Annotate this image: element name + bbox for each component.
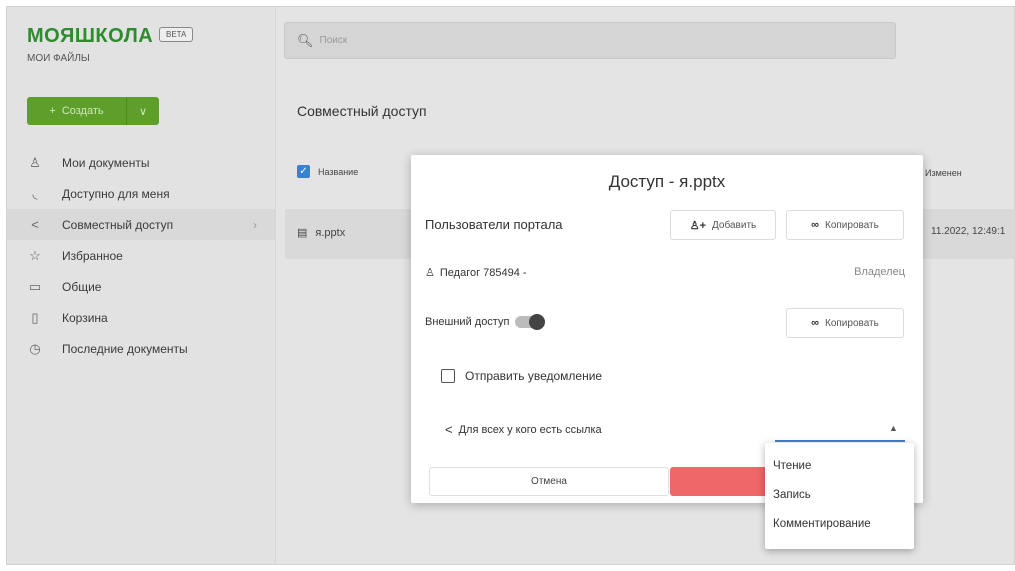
sidebar-item-label: Доступно для меня <box>62 186 170 201</box>
sidebar-item-shared-access[interactable]: < Совместный доступ › <box>7 209 275 240</box>
portal-users-label: Пользователи портала <box>425 217 563 232</box>
create-button-group: + Создать ∨ <box>27 97 159 125</box>
copy-label: Копировать <box>825 219 879 231</box>
owner-role: Владелец <box>854 266 905 278</box>
sidebar-item-favorites[interactable]: ☆ Избранное <box>7 240 275 271</box>
logo[interactable]: МОЯШКОЛА <box>27 25 153 48</box>
search-placeholder: Поиск <box>319 35 348 46</box>
sidebar-item-label: Мои документы <box>62 155 150 170</box>
sidebar-item-available-to-me[interactable]: ◟ Доступно для меня <box>7 178 275 209</box>
dialog-title: Доступ - я.pptx <box>608 172 726 191</box>
notify-checkbox-row[interactable]: Отправить уведомление <box>441 369 602 383</box>
sidebar-nav: ♙ Мои документы ◟ Доступно для меня < Со… <box>7 147 275 364</box>
sidebar-item-trash[interactable]: ▯ Корзина <box>7 302 275 333</box>
permission-menu: Чтение Запись Комментирование <box>765 443 914 549</box>
star-icon: ☆ <box>29 247 41 263</box>
owner-name: Педагог 785494 - <box>439 266 527 279</box>
sidebar-item-label: Общие <box>62 279 102 294</box>
search-icon: 🔍︎ <box>297 32 314 48</box>
add-label: Добавить <box>712 219 757 231</box>
select-all-checkbox[interactable]: ✓ <box>297 165 310 178</box>
add-user-button[interactable]: ♙+ Добавить <box>670 210 776 240</box>
file-date: 11.2022, 12:49:1 <box>931 226 1006 237</box>
copy-button[interactable]: ∞ Копировать <box>786 210 904 240</box>
search-input[interactable]: 🔍︎ Поиск <box>284 22 896 59</box>
create-button[interactable]: + Создать <box>27 97 127 125</box>
link-icon: ∞ <box>811 317 819 329</box>
chevron-down-icon: ∨ <box>138 105 148 118</box>
column-name-label: Название <box>318 166 359 177</box>
clock-icon: ◷ <box>29 340 41 356</box>
menu-item-read[interactable]: Чтение <box>765 451 914 480</box>
sidebar-item-recent[interactable]: ◷ Последние документы <box>7 333 275 364</box>
create-dropdown-button[interactable]: ∨ <box>127 97 159 125</box>
external-access-toggle[interactable] <box>515 314 546 330</box>
trash-icon: ▯ <box>31 309 39 325</box>
add-user-icon: ♙+ <box>689 219 707 232</box>
menu-item-comment[interactable]: Комментирование <box>765 509 914 538</box>
copy-label: Копировать <box>825 317 879 329</box>
link-access-label: Для всех у кого есть ссылка <box>458 423 602 436</box>
link-icon: ∞ <box>811 219 819 231</box>
sidebar-item-my-documents[interactable]: ♙ Мои документы <box>7 147 275 178</box>
owner-entry: ♙ Педагог 785494 - <box>425 266 527 280</box>
column-header-name[interactable]: ✓ Название <box>297 165 358 178</box>
sidebar: МОЯШКОЛА BETA МОИ ФАЙЛЫ + Создать ∨ ♙ Мо… <box>7 7 276 564</box>
sidebar-item-label: Избранное <box>62 248 123 263</box>
column-header-changed[interactable]: Изменен <box>925 168 962 178</box>
sidebar-item-label: Совместный доступ <box>62 217 174 232</box>
person-icon: ♙ <box>29 154 41 170</box>
create-label: Создать <box>61 105 104 117</box>
sidebar-item-label: Корзина <box>62 310 108 325</box>
share-icon: < <box>445 422 453 437</box>
page-title: Совместный доступ <box>297 103 427 119</box>
permission-select-underline[interactable] <box>775 440 905 442</box>
notify-label: Отправить уведомление <box>465 369 603 383</box>
toggle-knob <box>529 314 546 330</box>
sidebar-item-common[interactable]: ▭ Общие <box>7 271 275 302</box>
file-name: я.pptx <box>315 226 346 239</box>
chevron-right-icon: › <box>253 217 257 232</box>
person-icon: ♙ <box>425 267 435 279</box>
external-access-row: Внешний доступ <box>425 314 546 330</box>
beta-badge: BETA <box>159 27 194 42</box>
sidebar-item-label: Последние документы <box>62 341 188 356</box>
document-icon: ▤ <box>297 227 308 239</box>
copy-link-button[interactable]: ∞ Копировать <box>786 308 904 338</box>
cancel-button[interactable]: Отмена <box>429 467 669 496</box>
rss-icon: ◟ <box>32 185 38 201</box>
plus-icon: + <box>49 105 56 117</box>
file-name-cell[interactable]: ▤ я.pptx <box>297 226 346 240</box>
caret-up-icon[interactable]: ▲ <box>889 423 898 433</box>
notify-checkbox[interactable] <box>441 369 455 383</box>
link-access-row[interactable]: < Для всех у кого есть ссылка <box>445 422 602 437</box>
external-access-label: Внешний доступ <box>425 316 510 328</box>
share-icon: < <box>31 217 39 232</box>
menu-item-write[interactable]: Запись <box>765 480 914 509</box>
app-subtitle: МОИ ФАЙЛЫ <box>27 53 90 64</box>
briefcase-icon: ▭ <box>28 278 42 294</box>
